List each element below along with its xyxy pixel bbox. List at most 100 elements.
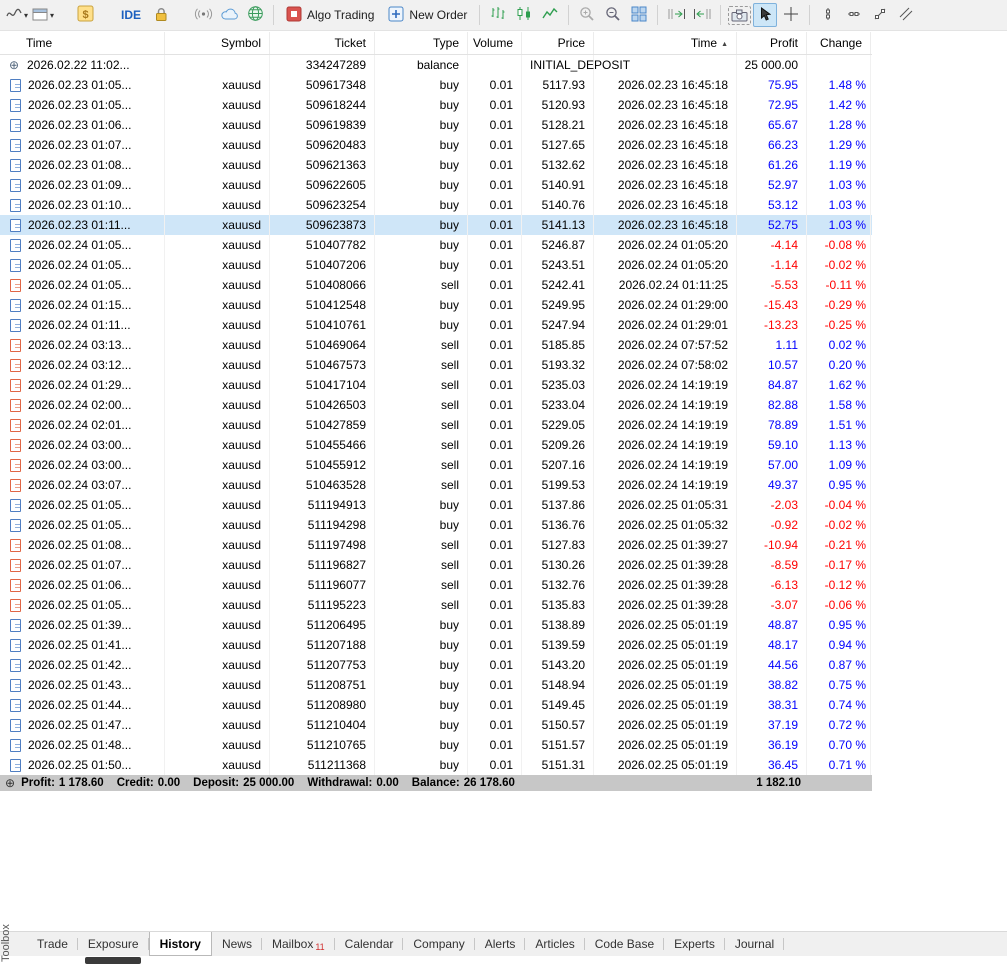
auto-scroll-button[interactable] <box>690 3 714 27</box>
lock-button[interactable] <box>149 3 173 27</box>
tab-news[interactable]: News <box>212 932 262 956</box>
table-row[interactable]: 2026.02.24 03:00... xauusd 510455466 sel… <box>0 435 872 455</box>
table-row[interactable]: 2026.02.25 01:44... xauusd 511208980 buy… <box>0 695 872 715</box>
horizontal-scrollbar-thumb[interactable] <box>85 957 141 964</box>
signal-button[interactable] <box>191 3 215 27</box>
tab-trade[interactable]: Trade <box>27 932 78 956</box>
screenshot-button[interactable] <box>727 3 751 27</box>
table-row[interactable]: 2026.02.23 01:09... xauusd 509622605 buy… <box>0 175 872 195</box>
table-row[interactable]: 2026.02.24 01:11... xauusd 510410761 buy… <box>0 315 872 335</box>
column-header-profit[interactable]: Profit <box>737 32 807 54</box>
cell-profit: -5.53 <box>737 275 807 295</box>
tab-journal[interactable]: Journal <box>725 932 785 956</box>
vertical-line-tool-button[interactable] <box>816 3 840 27</box>
table-row[interactable]: 2026.02.25 01:48... xauusd 511210765 buy… <box>0 735 872 755</box>
table-row[interactable]: 2026.02.23 01:05... xauusd 509617348 buy… <box>0 75 872 95</box>
market-watch-button[interactable]: $ <box>73 3 97 27</box>
column-header-ticket[interactable]: Ticket <box>270 32 375 54</box>
tab-label: Code Base <box>594 937 655 951</box>
table-row[interactable]: 2026.02.23 01:11... xauusd 509623873 buy… <box>0 215 872 235</box>
cell-symbol: xauusd <box>165 615 270 635</box>
column-header-change[interactable]: Change <box>807 32 871 54</box>
table-row[interactable]: 2026.02.23 01:08... xauusd 509621363 buy… <box>0 155 872 175</box>
tab-experts[interactable]: Experts <box>664 932 725 956</box>
table-row[interactable]: 2026.02.24 03:12... xauusd 510467573 sel… <box>0 355 872 375</box>
community-button[interactable] <box>243 3 267 27</box>
table-row[interactable]: 2026.02.25 01:42... xauusd 511207753 buy… <box>0 655 872 675</box>
table-row[interactable]: 2026.02.25 01:43... xauusd 511208751 buy… <box>0 675 872 695</box>
zoom-out-button[interactable] <box>601 3 625 27</box>
cell-price: 5127.83 <box>522 535 594 555</box>
table-row[interactable]: 2026.02.23 01:10... xauusd 509623254 buy… <box>0 195 872 215</box>
table-row[interactable]: 2026.02.24 03:13... xauusd 510469064 sel… <box>0 335 872 355</box>
zoom-in-button[interactable] <box>575 3 599 27</box>
tab-history[interactable]: History <box>148 932 212 956</box>
new-order-button[interactable]: New Order <box>382 3 473 27</box>
summary-profit: Profit: 1 178.60 <box>21 777 104 789</box>
chart-line-type-dropdown[interactable]: ▾ <box>5 3 29 27</box>
column-header-price[interactable]: Price <box>522 32 594 54</box>
tab-articles[interactable]: Articles <box>525 932 586 956</box>
column-header-symbol[interactable]: Symbol <box>165 32 270 54</box>
column-header-open-time[interactable]: Time <box>0 32 165 54</box>
algo-trading-button[interactable]: Algo Trading <box>280 3 380 27</box>
cell-symbol: xauusd <box>165 255 270 275</box>
bar-chart-button[interactable] <box>486 3 510 27</box>
table-row[interactable]: 2026.02.25 01:08... xauusd 511197498 sel… <box>0 535 872 555</box>
column-header-type[interactable]: Type <box>375 32 468 54</box>
table-row[interactable]: 2026.02.25 01:05... xauusd 511194298 buy… <box>0 515 872 535</box>
tab-company[interactable]: Company <box>403 932 476 956</box>
tab-exposure[interactable]: Exposure <box>78 932 149 956</box>
ide-button[interactable]: IDE <box>115 3 147 27</box>
cell-type: buy <box>375 715 468 735</box>
table-row[interactable]: 2026.02.24 03:00... xauusd 510455912 sel… <box>0 455 872 475</box>
table-row[interactable]: 2026.02.23 01:07... xauusd 509620483 buy… <box>0 135 872 155</box>
cursor-tool-button[interactable] <box>753 3 778 27</box>
table-row[interactable]: 2026.02.24 01:05... xauusd 510407206 buy… <box>0 255 872 275</box>
toolbox-panel-label[interactable]: Toolbox <box>0 920 13 966</box>
tile-windows-button[interactable] <box>627 3 651 27</box>
horizontal-line-tool-button[interactable] <box>842 3 866 27</box>
table-row[interactable]: 2026.02.24 03:07... xauusd 510463528 sel… <box>0 475 872 495</box>
table-row[interactable]: 2026.02.23 01:06... xauusd 509619839 buy… <box>0 115 872 135</box>
cell-symbol: xauusd <box>165 75 270 95</box>
table-row[interactable]: 2026.02.25 01:39... xauusd 511206495 buy… <box>0 615 872 635</box>
chart-window-dropdown[interactable]: ▾ <box>31 3 55 27</box>
table-row[interactable]: 2026.02.24 01:05... xauusd 510408066 sel… <box>0 275 872 295</box>
table-row[interactable]: 2026.02.25 01:41... xauusd 511207188 buy… <box>0 635 872 655</box>
table-row[interactable]: 2026.02.24 01:29... xauusd 510417104 sel… <box>0 375 872 395</box>
cell-type: buy <box>375 655 468 675</box>
trendline-tool-button[interactable] <box>868 3 892 27</box>
cell-close-time: 2026.02.24 14:19:19 <box>594 435 737 455</box>
table-row[interactable]: 2026.02.25 01:07... xauusd 511196827 sel… <box>0 555 872 575</box>
cell-close-time: 2026.02.24 01:11:25 <box>594 275 737 295</box>
table-row[interactable]: 2026.02.24 02:01... xauusd 510427859 sel… <box>0 415 872 435</box>
tab-mailbox[interactable]: Mailbox 11 <box>262 932 335 956</box>
chart-shift-button[interactable] <box>664 3 688 27</box>
column-header-close-time[interactable]: Time ▲ <box>594 32 737 54</box>
tab-code-base[interactable]: Code Base <box>585 932 665 956</box>
table-row[interactable]: 2026.02.25 01:47... xauusd 511210404 buy… <box>0 715 872 735</box>
toolbar-separator <box>720 5 722 25</box>
tab-calendar[interactable]: Calendar <box>335 932 404 956</box>
column-header-volume[interactable]: Volume <box>468 32 522 54</box>
table-row[interactable]: 2026.02.25 01:06... xauusd 511196077 sel… <box>0 575 872 595</box>
cell-profit: 82.88 <box>737 395 807 415</box>
table-row[interactable]: 2026.02.24 02:00... xauusd 510426503 sel… <box>0 395 872 415</box>
line-chart-button[interactable] <box>538 3 562 27</box>
equidistant-channel-tool-button[interactable] <box>894 3 918 27</box>
table-row[interactable]: 2026.02.25 01:05... xauusd 511194913 buy… <box>0 495 872 515</box>
table-row[interactable]: 2026.02.23 01:05... xauusd 509618244 buy… <box>0 95 872 115</box>
table-row[interactable]: 2026.02.24 01:05... xauusd 510407782 buy… <box>0 235 872 255</box>
crosshair-tool-button[interactable] <box>779 3 803 27</box>
table-row[interactable]: 2026.02.25 01:05... xauusd 511195223 sel… <box>0 595 872 615</box>
table-row[interactable]: 2026.02.24 01:15... xauusd 510412548 buy… <box>0 295 872 315</box>
table-row[interactable]: 2026.02.25 01:50... xauusd 511211368 buy… <box>0 755 872 775</box>
tab-alerts[interactable]: Alerts <box>475 932 526 956</box>
cloud-button[interactable] <box>217 3 241 27</box>
candlestick-chart-button[interactable] <box>512 3 536 27</box>
cell-close-time: 2026.02.23 16:45:18 <box>594 155 737 175</box>
cell-close-time: 2026.02.24 07:58:02 <box>594 355 737 375</box>
table-row[interactable]: 2026.02.22 11:02... 334247289 balance IN… <box>0 55 872 75</box>
deal-type-icon <box>10 518 21 532</box>
